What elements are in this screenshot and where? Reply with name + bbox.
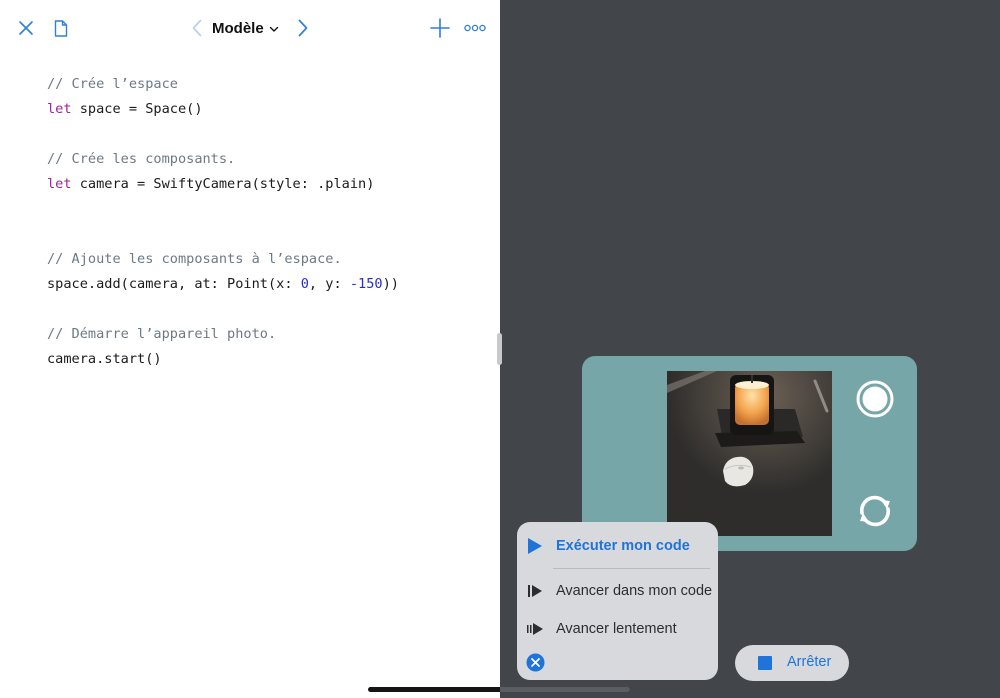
number-literal: -150 <box>349 276 383 292</box>
code-comment: // Crée les composants. <box>47 151 236 167</box>
page-title: Modèle <box>212 19 264 37</box>
step-slowly-item[interactable]: Avancer lentement <box>517 614 718 644</box>
template-title-menu[interactable]: Modèle <box>212 16 279 40</box>
step-slowly-icon <box>526 620 544 638</box>
plus-icon[interactable] <box>427 15 453 41</box>
code-text: camera = SwiftyCamera(style: .plain) <box>71 176 375 192</box>
code-area[interactable]: // Crée l’espace let space = Space() // … <box>47 72 399 372</box>
code-comment: // Crée l’espace <box>47 76 178 92</box>
camera-preview <box>667 371 832 536</box>
step-icon <box>526 582 544 600</box>
split-divider-handle[interactable] <box>497 333 502 365</box>
code-line: space.add(camera, at: Point(x: 0, y: -15… <box>47 272 399 297</box>
step-through-code-item[interactable]: Avancer dans mon code <box>517 576 718 606</box>
code-text: )) <box>382 276 399 292</box>
record-icon[interactable] <box>855 379 895 419</box>
keyword: let <box>47 176 72 192</box>
chevron-right-icon[interactable] <box>292 16 314 40</box>
number-literal: 0 <box>300 276 309 292</box>
code-text: space.add(camera, at: Point(x: <box>47 276 301 292</box>
home-indicator-right <box>500 687 630 692</box>
stop-icon <box>758 656 772 670</box>
home-indicator[interactable] <box>368 687 630 692</box>
code-editor: Modèle // Crée l’espace let space = Spac… <box>0 0 500 698</box>
code-text: space = Space() <box>71 101 203 117</box>
chevron-left-icon[interactable] <box>186 16 208 40</box>
step-slowly-label: Avancer lentement <box>556 621 677 637</box>
code-comment: // Démarre l’appareil photo. <box>47 326 277 342</box>
document-icon[interactable] <box>50 16 72 40</box>
code-text: , y: <box>308 276 350 292</box>
code-line: let camera = SwiftyCamera(style: .plain) <box>47 172 399 197</box>
run-menu: Exécuter mon code Avancer dans mon code … <box>517 522 718 680</box>
menu-divider <box>553 568 710 569</box>
code-comment: // Ajoute les composants à l’espace. <box>47 251 342 267</box>
chevron-down-icon <box>269 20 279 37</box>
code-line: let space = Space() <box>47 97 399 122</box>
code-line: camera.start() <box>47 351 162 367</box>
more-icon[interactable] <box>462 16 488 40</box>
stop-label: Arrêter <box>787 654 832 670</box>
switch-camera-icon[interactable] <box>855 491 895 531</box>
stop-button[interactable]: Arrêter <box>735 645 849 681</box>
close-menu-icon[interactable] <box>526 653 545 672</box>
run-my-code-label: Exécuter mon code <box>556 538 690 554</box>
step-through-code-label: Avancer dans mon code <box>556 583 713 599</box>
close-icon[interactable] <box>14 16 38 40</box>
run-my-code-item[interactable]: Exécuter mon code <box>517 531 718 561</box>
keyword: let <box>47 101 72 117</box>
play-icon <box>526 537 544 555</box>
